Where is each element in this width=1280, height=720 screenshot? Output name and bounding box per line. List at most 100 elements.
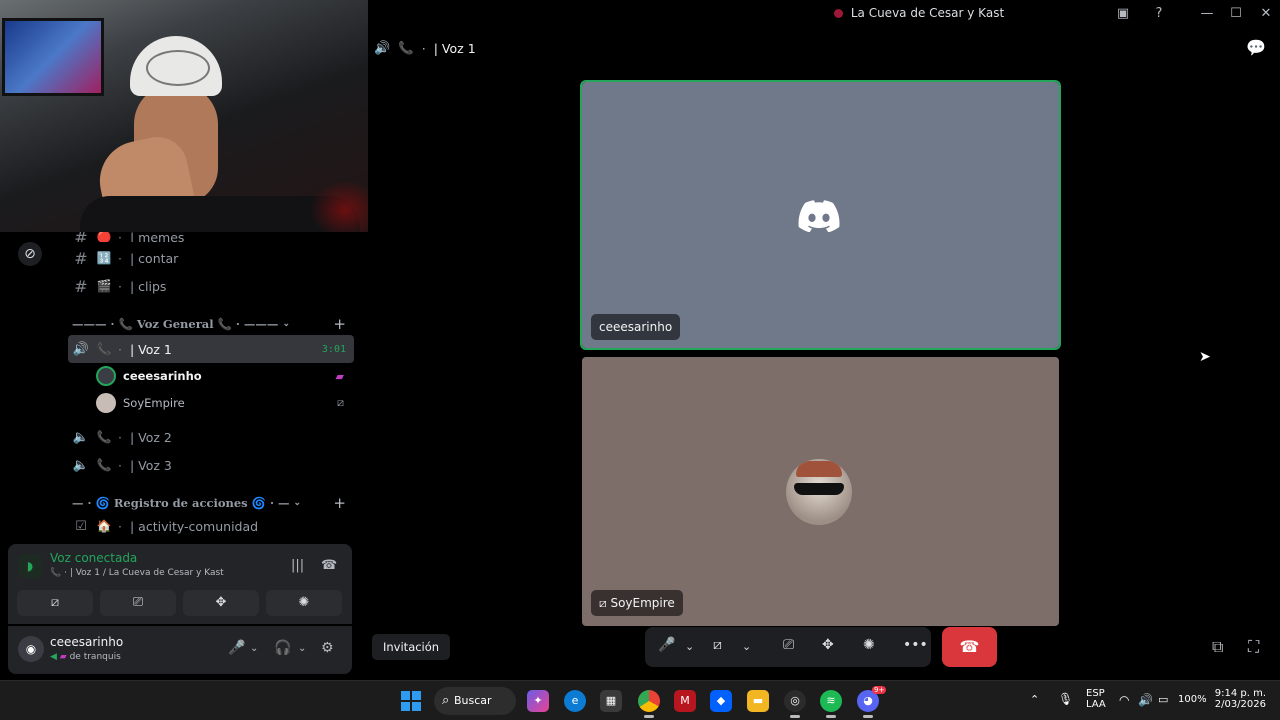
clock[interactable]: 9:14 p. m. 2/03/2026	[1214, 688, 1266, 710]
language-indicator[interactable]: ESP LAA	[1086, 688, 1106, 710]
file-explorer-icon[interactable]: ▬	[747, 690, 769, 712]
disconnect-icon[interactable]: ☎	[321, 558, 337, 573]
activities-icon[interactable]: ✥	[822, 637, 834, 653]
noise-suppression-icon[interactable]: |||	[291, 558, 304, 573]
copilot-icon[interactable]: ✦	[527, 690, 549, 712]
store-icon[interactable]: ▦	[600, 690, 622, 712]
username[interactable]: ceeesarinho	[50, 635, 123, 649]
chevron-down-icon[interactable]: ⌄	[250, 643, 258, 654]
channel-voz-2[interactable]: 🔈 📞 · | Voz 2	[68, 423, 354, 451]
wifi-icon[interactable]: ◠	[1119, 693, 1129, 707]
speaker-icon: 🔈	[72, 429, 90, 445]
mcafee-icon[interactable]: M	[674, 690, 696, 712]
call-controls: 🎤 ⌄ ⧄ ⌄ ⎚ ✥ ✺ •••	[645, 627, 931, 667]
phone-icon: 📞	[96, 342, 112, 356]
headphones-icon[interactable]: 🎧	[274, 640, 291, 656]
webcam-overlay	[0, 0, 368, 232]
phone-icon: 📞	[96, 458, 112, 472]
battery-icon[interactable]: ▭	[1158, 693, 1168, 706]
channel-contar[interactable]: # 🔢 · | contar	[68, 244, 354, 272]
channel-header: 🔊 📞 · | Voz 1	[374, 40, 476, 56]
obs-icon[interactable]: ◎	[784, 690, 806, 718]
invite-button[interactable]: Invitación	[372, 634, 451, 660]
soundboard-button[interactable]: ✺	[266, 590, 342, 616]
close-button[interactable]: ✕	[1258, 6, 1274, 22]
user-panel: ◉ ceeesarinho ◀ ▰ de tranquis 🎤 ⌄ 🎧 ⌄ ⚙	[8, 626, 352, 674]
checklist-icon: ☑	[75, 518, 87, 534]
more-options-icon[interactable]: •••	[903, 637, 928, 653]
chevron-down-icon[interactable]: ⌄	[685, 640, 694, 653]
server-icon	[833, 9, 843, 18]
phone-icon: 📞	[398, 40, 414, 55]
chevron-down-icon: ⌄	[282, 319, 290, 329]
activities-button[interactable]: ✥	[183, 590, 259, 616]
phone-icon: 📞	[96, 430, 112, 444]
screen-share-button[interactable]: ⎚	[100, 590, 176, 616]
voice-panel: ◗ Voz conectada 📞 · | Voz 1 / La Cueva d…	[8, 544, 352, 624]
tray-chevron-up-icon[interactable]: ⌃	[1030, 693, 1039, 706]
voice-location: 📞 · | Voz 1 / La Cueva de Cesar y Kast	[50, 568, 224, 578]
microphone-icon[interactable]: 🎤	[658, 637, 675, 653]
speaker-icon: 🔊	[374, 40, 391, 56]
channel-title: | Voz 1	[433, 40, 476, 56]
voice-member[interactable]: SoyEmpire ⧄	[96, 391, 352, 415]
maximize-button[interactable]: ☐	[1228, 6, 1244, 22]
settings-gear-icon[interactable]: ⚙	[321, 640, 334, 656]
speaker-icon: 🔊	[72, 341, 90, 357]
participant-name-tag: ceeesarinho	[591, 314, 681, 340]
hang-up-button[interactable]: ☎	[942, 627, 997, 667]
speaker-icon: 🔈	[72, 457, 90, 473]
discover-icon[interactable]: ⊘	[18, 242, 42, 266]
hash-icon: #	[74, 232, 88, 242]
chat-bubble-icon[interactable]: 💬	[1246, 38, 1266, 57]
inbox-icon[interactable]: ▣	[1115, 6, 1131, 22]
add-channel-icon[interactable]: +	[333, 315, 346, 333]
user-avatar[interactable]: ◉	[18, 636, 44, 662]
speaker-icon: ◀	[50, 652, 57, 662]
cat-avatar	[786, 459, 852, 525]
camera-button[interactable]: ⧄	[17, 590, 93, 616]
title-bar: La Cueva de Cesar y Kast ▣ ? — ☐ ✕	[368, 0, 1280, 28]
voice-member[interactable]: ceeesarinho ▰	[96, 364, 352, 388]
video-tile-soyempire[interactable]: ⧄ SoyEmpire	[582, 357, 1059, 626]
category-voz-general[interactable]: ——— · 📞 Voz General 📞 · ——— ⌄ +	[72, 315, 352, 333]
fullscreen-icon[interactable]: ⛶	[1248, 637, 1259, 657]
channel-activity[interactable]: ☑ 🏠 · | activity-comunidad	[68, 512, 354, 540]
add-channel-icon[interactable]: +	[333, 494, 346, 512]
edge-icon[interactable]: e	[564, 690, 586, 712]
video-tile-ceeesarinho[interactable]: ceeesarinho	[580, 80, 1061, 350]
screen-share-icon[interactable]: ⎚	[783, 637, 794, 653]
light-glow	[310, 180, 368, 232]
minimize-button[interactable]: —	[1199, 6, 1215, 22]
channel-voz-1[interactable]: 🔊 📞 · | Voz 1 3:01	[68, 335, 354, 363]
windows-taskbar: Buscar ✦ e ▦ M ◆ ▬ ◎ ≋ ◕ 9+ ⌃ 🎙 ESP LAA …	[0, 680, 1280, 720]
activity-icon: ▰	[335, 369, 344, 383]
channel-memes[interactable]: # 🔴 · | memes	[68, 232, 354, 242]
soundboard-icon[interactable]: ✺	[863, 637, 875, 653]
call-timer: 3:01	[321, 343, 346, 355]
chevron-down-icon[interactable]: ⌄	[298, 643, 306, 654]
channel-clips[interactable]: # 🎬 · | clips	[68, 272, 354, 300]
cap-image	[130, 36, 222, 96]
camera-off-icon: ⧄	[337, 396, 344, 409]
chrome-icon[interactable]	[638, 690, 660, 718]
spotify-icon[interactable]: ≋	[820, 690, 842, 718]
camera-off-icon: ⧄	[599, 596, 611, 610]
help-icon[interactable]: ?	[1151, 6, 1167, 22]
discord-logo-icon	[798, 200, 840, 232]
taskbar-search[interactable]: Buscar	[434, 687, 516, 715]
dropbox-icon[interactable]: ◆	[710, 690, 732, 712]
house-icon: 🏠	[96, 519, 112, 533]
volume-icon[interactable]: 🔊	[1138, 693, 1153, 707]
windows-start-icon[interactable]	[401, 691, 421, 711]
microphone-icon[interactable]: 🎙	[1058, 692, 1073, 706]
camera-off-icon[interactable]: ⧄	[713, 637, 722, 653]
window-title: La Cueva de Cesar y Kast	[368, 6, 1280, 20]
pop-out-icon[interactable]: ⧉	[1212, 637, 1223, 657]
channel-voz-3[interactable]: 🔈 📞 · | Voz 3	[68, 451, 354, 479]
chevron-down-icon[interactable]: ⌄	[742, 640, 751, 653]
microphone-icon[interactable]: 🎤	[228, 640, 245, 656]
channel-emoji-icon: 🔴	[96, 232, 112, 242]
category-registro[interactable]: — · 🌀 Registro de acciones 🌀 · — ⌄ +	[72, 494, 352, 512]
signal-icon[interactable]: ◗	[18, 554, 42, 578]
